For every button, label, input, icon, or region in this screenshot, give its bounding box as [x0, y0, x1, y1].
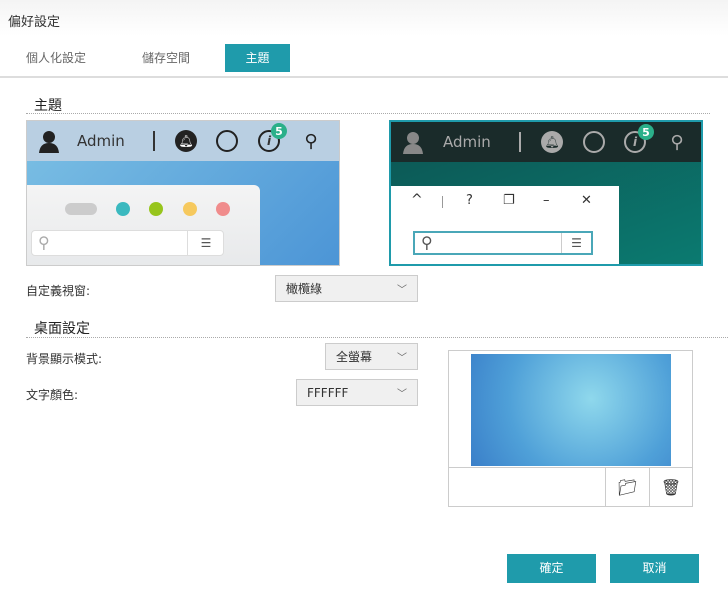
dot-teal	[116, 202, 130, 216]
search-icon: ⚲	[304, 130, 318, 152]
tab-storage[interactable]: 儲存空間	[120, 44, 212, 72]
preview-username: Admin	[443, 133, 491, 151]
separator	[442, 196, 443, 208]
divider	[26, 337, 728, 338]
search-icon: ⚲	[38, 233, 50, 252]
filter-icon: ☰	[187, 231, 224, 255]
wallpaper-panel: 📁︎ 🗑︎	[448, 350, 693, 507]
separator	[153, 131, 155, 151]
collapse-icon: ^	[411, 192, 423, 208]
bg-mode-value: 全螢幕	[336, 350, 373, 364]
preview-window: ^ ? ❐ – ✕ ⚲ ☰	[391, 186, 619, 264]
dot-yellow	[183, 202, 197, 216]
dot-green	[149, 202, 163, 216]
theme-preview-dark[interactable]: Admin 🔔︎ i 5 ⚲ ^ ? ❐ – ✕ ⚲ ☰	[389, 120, 703, 266]
tab-theme[interactable]: 主題	[225, 44, 290, 72]
text-color-label: 文字顏色:	[26, 388, 79, 402]
divider	[26, 113, 710, 114]
user-icon	[37, 129, 61, 153]
notification-badge: 5	[271, 123, 287, 139]
section-title-desktop: 桌面設定	[34, 321, 90, 337]
window-title: 偏好設定	[8, 15, 61, 30]
dot-red	[216, 202, 230, 216]
title-bar: 偏好設定	[0, 0, 728, 36]
browse-folder-icon[interactable]: 📁︎	[605, 468, 649, 507]
preview-search: ⚲ ☰	[413, 231, 593, 255]
dashboard-icon	[583, 131, 605, 153]
minimize-icon: –	[543, 193, 550, 208]
text-color-select[interactable]: FFFFFF ﹀	[296, 379, 418, 406]
restore-icon: ❐	[503, 193, 515, 208]
preview-username: Admin	[77, 132, 125, 150]
section-title-theme: 主題	[34, 98, 62, 114]
tab-personalize[interactable]: 個人化設定	[10, 44, 102, 72]
custom-window-value: 橄欖綠	[286, 282, 323, 296]
bg-mode-select[interactable]: 全螢幕 ﹀	[325, 343, 418, 370]
control-pill	[65, 203, 97, 215]
chevron-down-icon: ﹀	[397, 353, 407, 364]
trash-icon[interactable]: 🗑︎	[649, 468, 692, 507]
preview-topbar: Admin 🔔︎ i 5 ⚲	[27, 121, 339, 161]
search-icon: ⚲	[670, 131, 684, 153]
chevron-down-icon: ﹀	[397, 285, 407, 296]
notification-badge: 5	[638, 124, 654, 140]
wallpaper-thumbnail	[471, 354, 671, 466]
ok-button[interactable]: 確定	[507, 554, 596, 583]
separator	[519, 132, 521, 152]
search-icon: ⚲	[421, 233, 433, 252]
filter-icon: ☰	[561, 233, 591, 253]
custom-window-select[interactable]: 橄欖綠 ﹀	[275, 275, 418, 302]
help-icon: ?	[466, 193, 473, 208]
preview-topbar: Admin 🔔︎ i 5 ⚲	[391, 122, 701, 162]
preview-window: ⚲ ☰	[27, 185, 260, 265]
dashboard-icon	[216, 130, 238, 152]
preview-search: ⚲ ☰	[31, 230, 224, 256]
user-icon	[401, 130, 425, 154]
custom-window-label: 自定義視窗:	[26, 284, 91, 298]
bell-icon: 🔔︎	[175, 130, 197, 152]
text-color-value: FFFFFF	[307, 385, 349, 400]
theme-preview-light[interactable]: Admin 🔔︎ i 5 ⚲ ⚲ ☰	[26, 120, 340, 266]
chevron-down-icon: ﹀	[397, 389, 407, 400]
close-icon: ✕	[581, 193, 592, 208]
tab-divider	[0, 76, 728, 78]
bell-icon: 🔔︎	[541, 131, 563, 153]
bg-mode-label: 背景顯示模式:	[26, 352, 103, 366]
cancel-button[interactable]: 取消	[610, 554, 699, 583]
